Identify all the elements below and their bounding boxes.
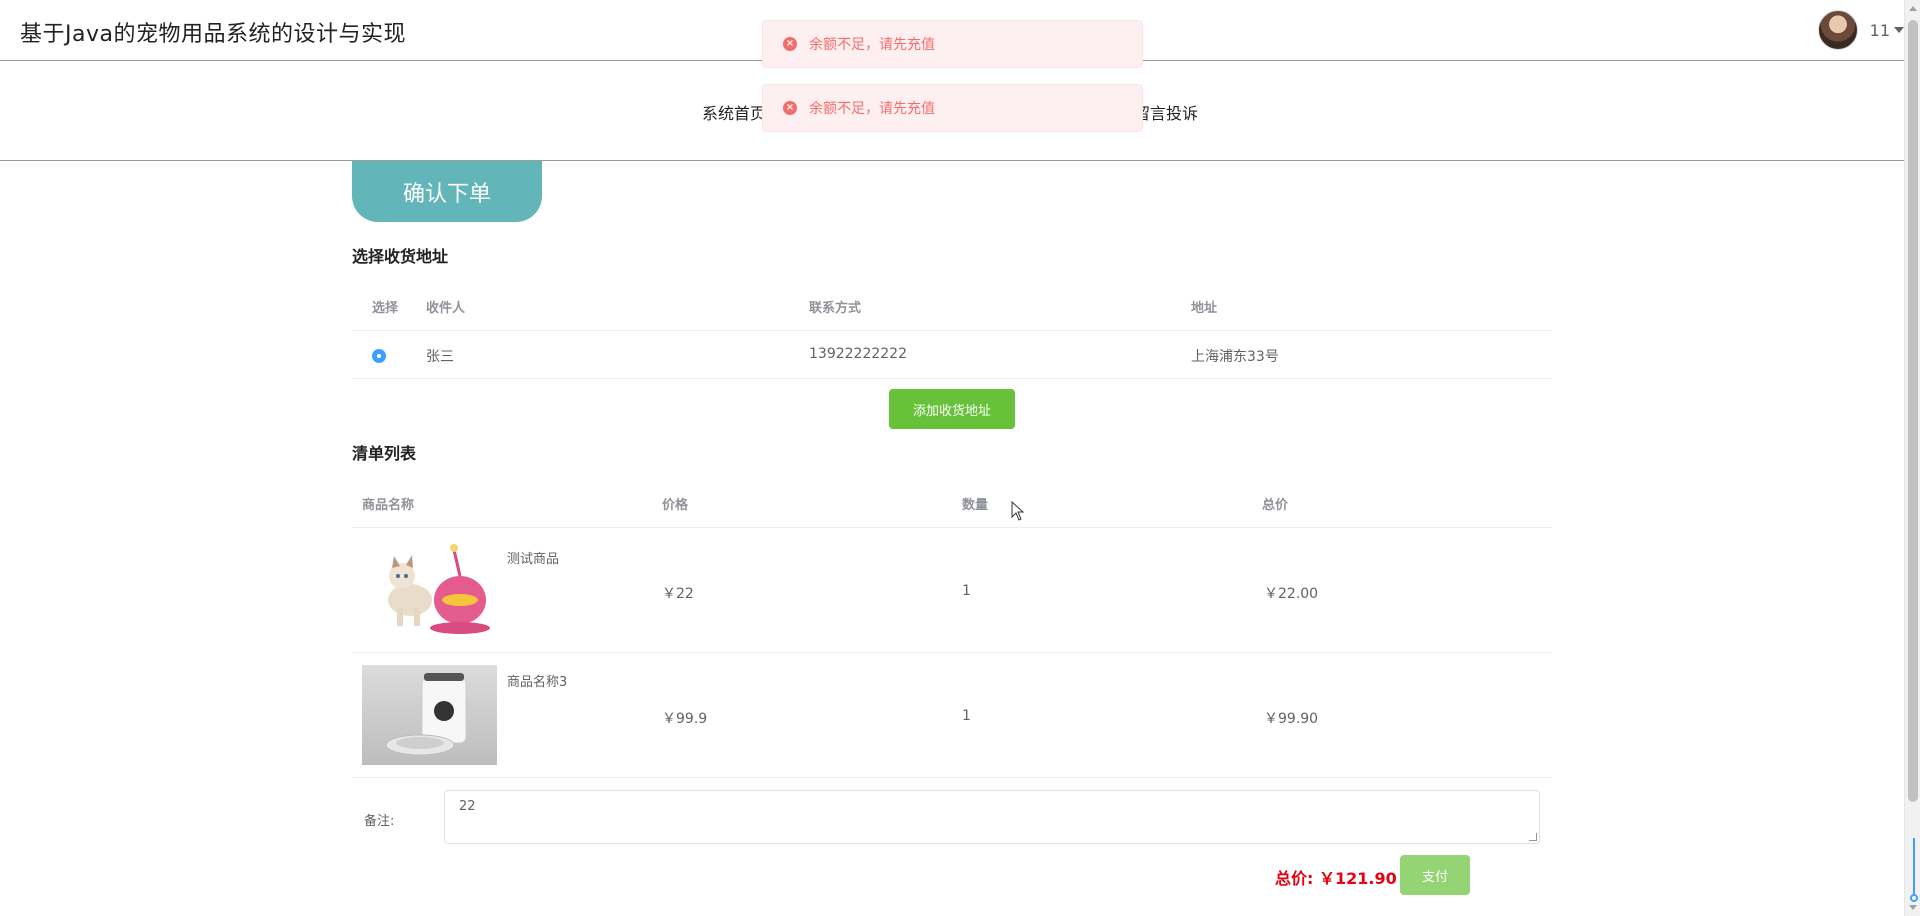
side-slider[interactable] <box>1910 838 1918 902</box>
column-header: 价格 <box>662 498 689 513</box>
caret-down-icon[interactable] <box>1894 27 1904 33</box>
recipient-phone: 13922222222 <box>809 346 907 362</box>
toast-message: 余额不足，请先充值 <box>809 101 935 117</box>
column-header: 数量 <box>962 498 989 513</box>
column-header: 收件人 <box>426 301 466 316</box>
product-price: ￥22 <box>662 586 694 602</box>
column-header: 选择 <box>372 301 399 316</box>
scroll-thumb[interactable] <box>1908 20 1918 802</box>
toast-message: 余额不足，请先充值 <box>809 37 935 53</box>
product-image[interactable] <box>362 538 497 638</box>
recipient-address: 上海浦东33号 <box>1191 349 1279 365</box>
site-title: 基于Java的宠物用品系统的设计与实现 <box>20 22 406 47</box>
slider-track <box>1913 838 1915 898</box>
add-address-button[interactable]: 添加收货地址 <box>889 389 1015 429</box>
page-scrollbar[interactable] <box>1904 0 1920 916</box>
product-total: ￥22.00 <box>1264 586 1319 602</box>
column-header: 总价 <box>1262 498 1289 513</box>
pay-button[interactable]: 支付 <box>1400 855 1470 895</box>
table-row: 测试商品 ￥22 1 ￥22.00 <box>352 528 1552 653</box>
error-toast: × 余额不足，请先充值 <box>762 20 1143 68</box>
product-name: 测试商品 <box>507 552 560 567</box>
nav-item-home[interactable]: 系统首页 <box>702 100 766 124</box>
error-circle-icon: × <box>783 37 797 51</box>
product-name: 商品名称3 <box>507 675 568 690</box>
items-table: 商品名称 价格 数量 总价 测试商品 ￥22 1 ￥22.00 商品名称3 ￥9… <box>352 478 1552 778</box>
error-circle-icon: × <box>783 101 797 115</box>
order-total: 总价: ￥121.90 <box>1275 869 1397 888</box>
address-table: 选择 收件人 联系方式 地址 张三 13922222222 上海浦东33号 <box>352 281 1552 379</box>
address-section-title: 选择收货地址 <box>352 247 449 266</box>
scroll-down-icon[interactable] <box>1909 905 1917 910</box>
product-image[interactable] <box>362 665 497 765</box>
cat-toy-image <box>388 544 490 634</box>
address-radio[interactable] <box>372 349 386 363</box>
product-total: ￥99.90 <box>1264 711 1319 727</box>
column-header: 联系方式 <box>809 301 862 316</box>
remark-textarea[interactable]: 22 <box>444 790 1540 844</box>
address-table-header: 选择 收件人 联系方式 地址 <box>352 281 1552 331</box>
confirm-order-tab: 确认下单 <box>352 161 542 222</box>
scroll-up-icon[interactable] <box>1909 6 1917 11</box>
mouse-cursor-icon <box>1011 501 1025 521</box>
list-section-title: 清单列表 <box>352 444 417 463</box>
user-menu[interactable]: 11 <box>1817 8 1904 52</box>
nav-item-complaints[interactable]: 留言投诉 <box>1134 100 1198 124</box>
resize-handle-icon[interactable] <box>1529 833 1537 841</box>
product-qty: 1 <box>962 583 971 599</box>
product-price: ￥99.9 <box>662 711 708 727</box>
slider-knob[interactable] <box>1910 894 1918 902</box>
recipient-name: 张三 <box>426 349 454 365</box>
table-row: 商品名称3 ￥99.9 1 ￥99.90 <box>352 653 1552 778</box>
items-table-header: 商品名称 价格 数量 总价 <box>352 478 1552 528</box>
column-header: 商品名称 <box>362 498 415 513</box>
product-qty: 1 <box>962 708 971 724</box>
pet-feeder-image <box>385 673 467 756</box>
column-header: 地址 <box>1191 301 1218 316</box>
remark-label: 备注: <box>364 814 395 829</box>
table-row[interactable]: 张三 13922222222 上海浦东33号 <box>352 331 1552 379</box>
username[interactable]: 11 <box>1870 21 1890 40</box>
remark-value: 22 <box>459 799 476 814</box>
error-toast: × 余额不足，请先充值 <box>762 84 1143 132</box>
avatar[interactable] <box>1817 10 1858 50</box>
